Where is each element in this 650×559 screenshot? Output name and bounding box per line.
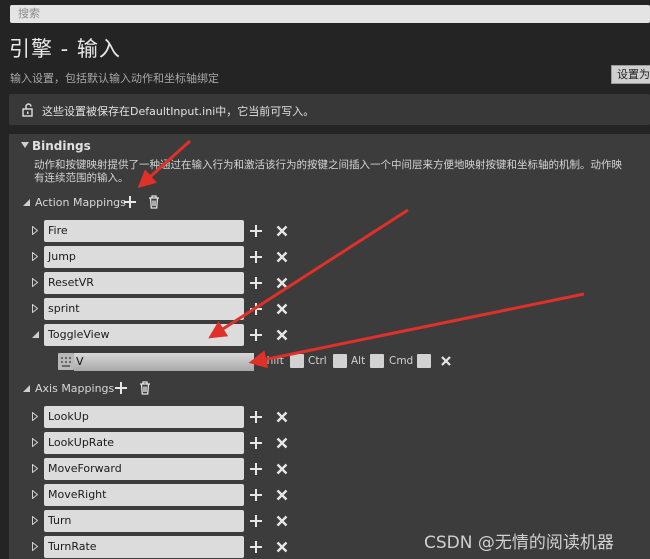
action-name-field[interactable]: Jump — [44, 246, 244, 268]
bindings-description-line2: 有连续范围的输入。 — [34, 172, 129, 184]
collapsed-triangle-icon[interactable] — [32, 464, 38, 473]
axis-name-field[interactable]: TurnRate — [44, 536, 244, 558]
collapse-triangle-icon — [21, 142, 29, 148]
add-key-icon[interactable] — [249, 410, 263, 424]
action-mappings-header[interactable]: Action Mappings — [23, 194, 223, 212]
add-key-icon[interactable] — [249, 488, 263, 502]
remove-mapping-icon[interactable] — [275, 436, 289, 450]
remove-mapping-icon[interactable] — [275, 250, 289, 264]
action-name-field[interactable]: sprint — [44, 298, 244, 320]
axis-mapping-row[interactable]: Turn — [32, 510, 302, 532]
set-as-default-button[interactable]: 设置为 — [611, 65, 650, 84]
add-key-icon[interactable] — [249, 540, 263, 554]
action-mapping-row[interactable]: sprint — [32, 298, 302, 320]
expanded-triangle-icon — [23, 199, 30, 206]
axis-name-field[interactable]: MoveForward — [44, 458, 244, 480]
axis-mapping-row[interactable]: MoveRight — [32, 484, 302, 506]
add-key-icon[interactable] — [249, 302, 263, 316]
action-mapping-row[interactable]: ResetVR — [32, 272, 302, 294]
axis-name-field[interactable]: LookUpRate — [44, 432, 244, 454]
ctrl-checkbox[interactable] — [333, 354, 347, 368]
cmd-label: Cmd — [389, 355, 414, 367]
collapsed-triangle-icon[interactable] — [32, 278, 38, 287]
axis-mapping-row[interactable]: MoveForward — [32, 458, 302, 480]
add-key-icon[interactable] — [249, 436, 263, 450]
cmd-checkbox[interactable] — [417, 354, 431, 368]
axis-mapping-row[interactable]: LookUp — [32, 406, 302, 428]
collapsed-triangle-icon[interactable] — [32, 542, 38, 551]
axis-name-field[interactable]: LookUp — [44, 406, 244, 428]
add-key-icon[interactable] — [249, 224, 263, 238]
axis-name-field[interactable]: Turn — [44, 510, 244, 532]
action-mappings-label: Action Mappings — [35, 196, 126, 209]
expanded-triangle-icon[interactable] — [32, 331, 39, 338]
keyboard-icon[interactable] — [58, 353, 74, 370]
alt-checkbox[interactable] — [370, 354, 384, 368]
key-binding-row[interactable]: V Shift Ctrl Alt Cmd — [58, 351, 458, 373]
axis-mappings-label: Axis Mappings — [35, 382, 115, 395]
add-axis-mapping-icon[interactable] — [115, 382, 127, 394]
collapsed-triangle-icon[interactable] — [32, 438, 38, 447]
collapsed-triangle-icon[interactable] — [32, 226, 38, 235]
key-selector[interactable]: V — [74, 353, 254, 371]
expanded-triangle-icon — [23, 385, 30, 392]
remove-mapping-icon[interactable] — [275, 488, 289, 502]
add-key-icon[interactable] — [249, 514, 263, 528]
collapsed-triangle-icon[interactable] — [32, 490, 38, 499]
bindings-title: Bindings — [32, 139, 91, 153]
remove-mapping-icon[interactable] — [275, 410, 289, 424]
add-key-icon[interactable] — [249, 250, 263, 264]
delete-action-mappings-icon[interactable] — [148, 195, 160, 209]
delete-axis-mappings-icon[interactable] — [139, 381, 151, 395]
page-title: 引擎 - 输入 — [9, 37, 121, 61]
bindings-section-header[interactable]: Bindings — [9, 136, 650, 156]
bindings-description: 动作和按键映射提供了一种通过在输入行为和激活该行为的按键之间插入一个中间层来方便… — [34, 159, 650, 185]
action-mapping-row[interactable]: Fire — [32, 220, 302, 242]
remove-mapping-icon[interactable] — [275, 276, 289, 290]
remove-key-icon[interactable] — [440, 355, 452, 367]
action-name-field[interactable]: ResetVR — [44, 272, 244, 294]
config-info-text: 这些设置被保存在DefaultInput.ini中，它当前可写入。 — [42, 105, 315, 118]
config-info-bar: 这些设置被保存在DefaultInput.ini中，它当前可写入。 — [9, 94, 650, 125]
collapsed-triangle-icon[interactable] — [32, 412, 38, 421]
remove-mapping-icon[interactable] — [275, 514, 289, 528]
remove-mapping-icon[interactable] — [275, 328, 289, 342]
bindings-description-line1: 动作和按键映射提供了一种通过在输入行为和激活该行为的按键之间插入一个中间层来方便… — [34, 159, 622, 171]
unlock-icon[interactable] — [21, 103, 35, 117]
axis-mappings-header[interactable]: Axis Mappings — [23, 380, 223, 398]
watermark: CSDN @无情的阅读机器 — [424, 533, 614, 553]
axis-mapping-row[interactable]: TurnRate — [32, 536, 302, 558]
action-name-field[interactable]: ToggleView — [44, 324, 244, 346]
collapsed-triangle-icon[interactable] — [32, 304, 38, 313]
add-key-icon[interactable] — [249, 328, 263, 342]
axis-name-field[interactable]: MoveRight — [44, 484, 244, 506]
alt-label: Alt — [351, 355, 366, 367]
action-mapping-row-expanded[interactable]: ToggleView — [32, 324, 302, 346]
add-action-mapping-icon[interactable] — [124, 196, 136, 208]
keyboard-grid-icon — [61, 357, 71, 367]
shift-checkbox[interactable] — [290, 354, 304, 368]
action-mapping-row[interactable]: Jump — [32, 246, 302, 268]
collapsed-triangle-icon[interactable] — [32, 252, 38, 261]
collapsed-triangle-icon[interactable] — [32, 516, 38, 525]
remove-mapping-icon[interactable] — [275, 462, 289, 476]
shift-label: Shift — [260, 355, 284, 367]
search-input[interactable]: 搜索 — [10, 5, 650, 23]
action-name-field[interactable]: Fire — [44, 220, 244, 242]
remove-mapping-icon[interactable] — [275, 540, 289, 554]
add-key-icon[interactable] — [249, 276, 263, 290]
remove-mapping-icon[interactable] — [275, 224, 289, 238]
add-key-icon[interactable] — [249, 462, 263, 476]
ctrl-label: Ctrl — [308, 355, 327, 367]
page-subtitle: 输入设置，包括默认输入动作和坐标轴绑定 — [10, 72, 219, 85]
remove-mapping-icon[interactable] — [275, 302, 289, 316]
axis-mapping-row[interactable]: LookUpRate — [32, 432, 302, 454]
